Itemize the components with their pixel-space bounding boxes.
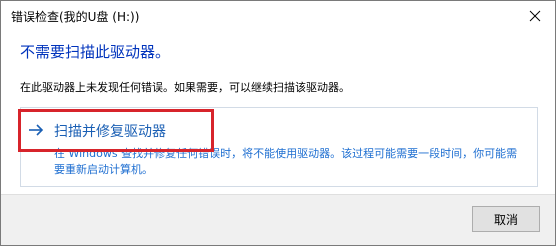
- scan-and-repair-option[interactable]: 扫描并修复驱动器 在 Windows 查找并修复任何错误时，将不能使用驱动器。该…: [20, 107, 538, 187]
- page-heading: 不需要扫描此驱动器。: [20, 43, 171, 61]
- error-check-dialog: 错误检查(我的U盘 (H:)) 不需要扫描此驱动器。 在此驱动器上未发现任何错误…: [0, 0, 556, 246]
- scan-and-repair-title: 扫描并修复驱动器: [54, 124, 166, 140]
- window-title: 错误检查(我的U盘 (H:)): [11, 10, 140, 24]
- dialog-footer: 取消: [1, 194, 555, 245]
- cancel-button[interactable]: 取消: [472, 206, 540, 232]
- scan-and-repair-detail: 在 Windows 查找并修复任何错误时，将不能使用驱动器。该过程可能需要一段时…: [54, 147, 518, 176]
- close-button[interactable]: [515, 1, 555, 31]
- close-icon: [529, 10, 541, 22]
- description-text: 在此驱动器上未发现任何错误。如果需要，可以继续扫描该驱动器。: [20, 81, 350, 94]
- arrow-right-icon: [29, 124, 44, 136]
- title-bar: 错误检查(我的U盘 (H:)): [1, 1, 555, 31]
